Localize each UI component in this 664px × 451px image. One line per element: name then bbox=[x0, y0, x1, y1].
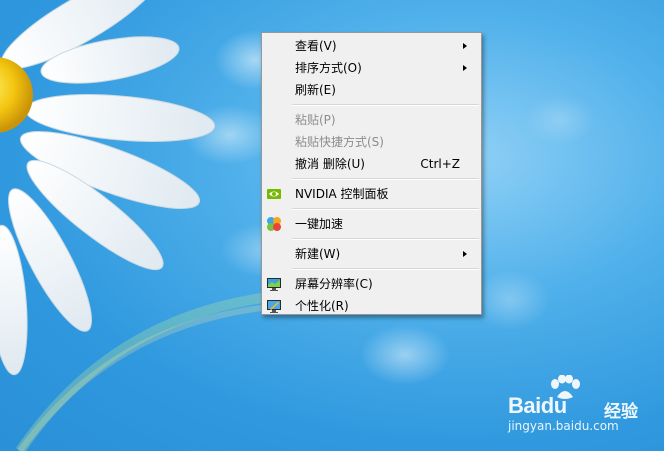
baidu-logo-text: Baidu bbox=[508, 393, 567, 419]
menu-item-undo-delete-label: 撤消 删除(U) bbox=[295, 157, 365, 171]
menu-item-sort-by-label: 排序方式(O) bbox=[295, 61, 362, 75]
menu-item-personalize-label: 个性化(R) bbox=[295, 299, 349, 313]
menu-item-refresh[interactable]: 刷新(E) bbox=[262, 79, 481, 101]
monitor-icon bbox=[267, 278, 281, 291]
menu-item-new-label: 新建(W) bbox=[295, 247, 341, 261]
menu-item-paste-shortcut-label: 粘贴快捷方式(S) bbox=[295, 135, 384, 149]
personalize-monitor-icon bbox=[267, 300, 281, 313]
menu-item-personalize[interactable]: 个性化(R) bbox=[262, 295, 481, 317]
desktop[interactable]: 查看(V) 排序方式(O) 刷新(E) 粘贴(P) 粘贴快捷方式(S) 撤消 删… bbox=[0, 0, 664, 451]
menu-separator bbox=[292, 208, 479, 210]
baidu-logo-du: du bbox=[540, 393, 567, 418]
desktop-context-menu: 查看(V) 排序方式(O) 刷新(E) 粘贴(P) 粘贴快捷方式(S) 撤消 删… bbox=[261, 32, 482, 315]
submenu-arrow-icon bbox=[463, 251, 467, 257]
menu-item-paste-shortcut: 粘贴快捷方式(S) bbox=[262, 131, 481, 153]
menu-separator bbox=[292, 268, 479, 270]
speedup-ball-icon bbox=[267, 217, 281, 231]
menu-item-screen-resolution[interactable]: 屏幕分辨率(C) bbox=[262, 273, 481, 295]
menu-item-one-key-speedup[interactable]: 一键加速 bbox=[262, 213, 481, 235]
nvidia-icon bbox=[267, 189, 281, 199]
menu-item-nvidia-label: NVIDIA 控制面板 bbox=[295, 187, 389, 201]
menu-item-undo-delete-shortcut: Ctrl+Z bbox=[420, 157, 460, 171]
menu-item-undo-delete[interactable]: 撤消 删除(U) Ctrl+Z bbox=[262, 153, 481, 175]
menu-item-sort-by[interactable]: 排序方式(O) bbox=[262, 57, 481, 79]
baidu-jingyan-watermark: Baidu 经验 jingyan.baidu.com bbox=[508, 375, 658, 435]
watermark-url: jingyan.baidu.com bbox=[508, 419, 619, 433]
menu-item-one-key-speedup-label: 一键加速 bbox=[295, 217, 344, 231]
menu-separator bbox=[292, 104, 479, 106]
menu-item-refresh-label: 刷新(E) bbox=[295, 83, 336, 97]
menu-item-paste-label: 粘贴(P) bbox=[295, 113, 336, 127]
menu-item-new[interactable]: 新建(W) bbox=[262, 243, 481, 265]
menu-item-view[interactable]: 查看(V) bbox=[262, 35, 481, 57]
menu-item-view-label: 查看(V) bbox=[295, 39, 337, 53]
submenu-arrow-icon bbox=[463, 43, 467, 49]
menu-separator bbox=[292, 238, 479, 240]
submenu-arrow-icon bbox=[463, 65, 467, 71]
menu-item-screen-resolution-label: 屏幕分辨率(C) bbox=[295, 277, 373, 291]
menu-item-paste: 粘贴(P) bbox=[262, 109, 481, 131]
baidu-logo-bai: Bai bbox=[508, 393, 541, 418]
menu-item-nvidia-control-panel[interactable]: NVIDIA 控制面板 bbox=[262, 183, 481, 205]
menu-separator bbox=[292, 178, 479, 180]
